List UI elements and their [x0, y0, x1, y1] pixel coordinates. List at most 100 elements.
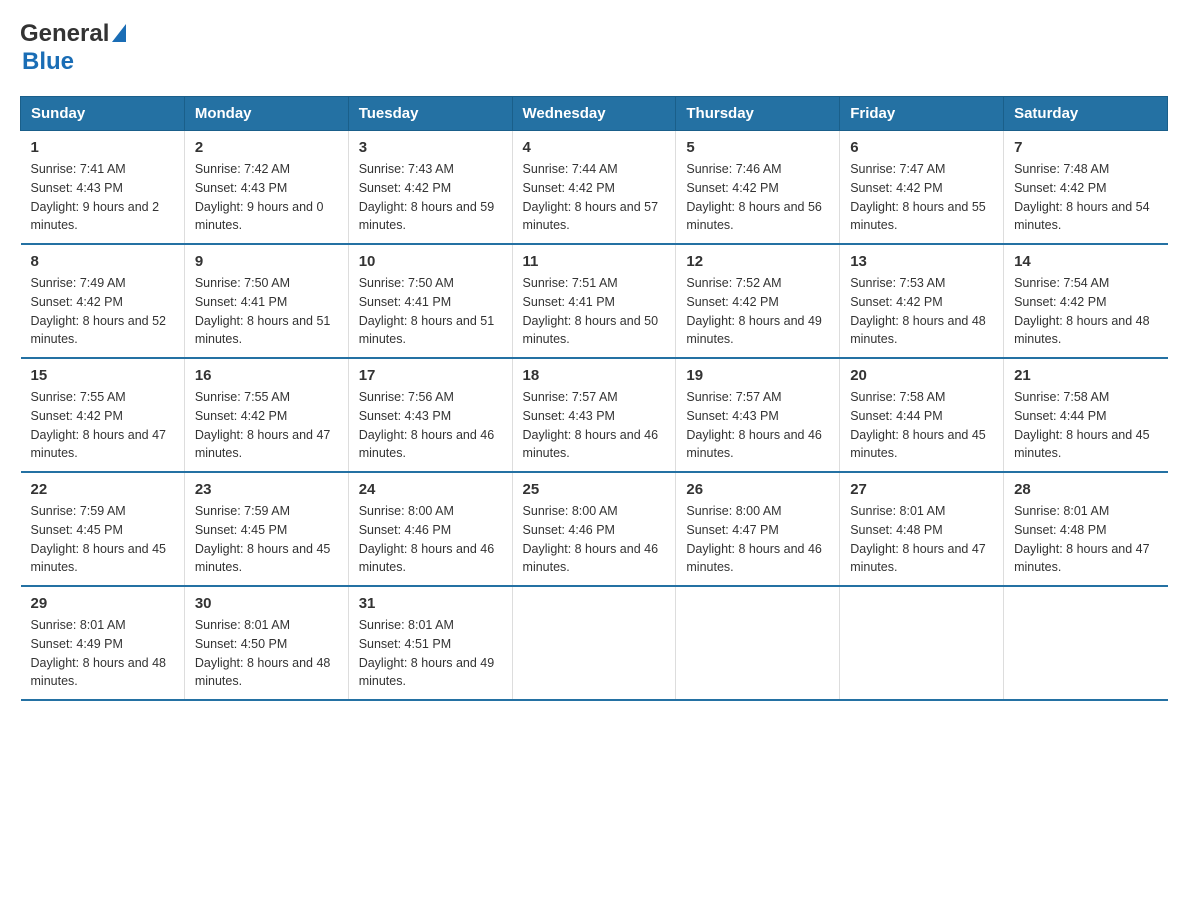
column-header-tuesday: Tuesday: [348, 97, 512, 131]
day-info: Sunrise: 7:46 AMSunset: 4:42 PMDaylight:…: [686, 160, 829, 235]
calendar-cell: [840, 586, 1004, 700]
calendar-cell: 4 Sunrise: 7:44 AMSunset: 4:42 PMDaylight…: [512, 131, 676, 245]
calendar-header-row: SundayMondayTuesdayWednesdayThursdayFrid…: [21, 97, 1168, 131]
logo-blue-text: Blue: [22, 48, 74, 76]
calendar-cell: 21Sunrise: 7:58 AMSunset: 4:44 PMDayligh…: [1004, 358, 1168, 472]
calendar-cell: 25 Sunrise: 8:00 AMSunset: 4:46 PMDayligh…: [512, 472, 676, 586]
day-info: Sunrise: 7:44 AMSunset: 4:42 PMDaylight:…: [523, 160, 666, 235]
day-info: Sunrise: 7:50 AMSunset: 4:41 PMDaylight:…: [359, 274, 502, 349]
calendar-cell: 26Sunrise: 8:00 AMSunset: 4:47 PMDayligh…: [676, 472, 840, 586]
day-number: 1: [31, 139, 174, 156]
calendar-cell: 22 Sunrise: 7:59 AMSunset: 4:45 PMDayligh…: [21, 472, 185, 586]
column-header-sunday: Sunday: [21, 97, 185, 131]
day-info: Sunrise: 7:56 AMSunset: 4:43 PMDaylight:…: [359, 388, 502, 463]
day-number: 21: [1014, 367, 1157, 384]
day-info: Sunrise: 8:01 AMSunset: 4:48 PMDaylight:…: [850, 502, 993, 577]
day-info: Sunrise: 7:55 AMSunset: 4:42 PMDaylight:…: [31, 388, 174, 463]
day-info: Sunrise: 7:48 AMSunset: 4:42 PMDaylight:…: [1014, 160, 1157, 235]
logo: General Blue: [20, 20, 126, 76]
calendar-week-row: 1Sunrise: 7:41 AMSunset: 4:43 PMDaylight…: [21, 131, 1168, 245]
column-header-saturday: Saturday: [1004, 97, 1168, 131]
calendar-cell: 27 Sunrise: 8:01 AMSunset: 4:48 PMDayligh…: [840, 472, 1004, 586]
day-number: 13: [850, 253, 993, 270]
calendar-week-row: 29 Sunrise: 8:01 AMSunset: 4:49 PMDayligh…: [21, 586, 1168, 700]
day-info: Sunrise: 7:57 AMSunset: 4:43 PMDaylight:…: [523, 388, 666, 463]
calendar-cell: 6 Sunrise: 7:47 AMSunset: 4:42 PMDaylight…: [840, 131, 1004, 245]
calendar-cell: 8 Sunrise: 7:49 AMSunset: 4:42 PMDaylight…: [21, 244, 185, 358]
day-info: Sunrise: 8:01 AMSunset: 4:49 PMDaylight:…: [31, 616, 174, 691]
day-info: Sunrise: 8:01 AMSunset: 4:50 PMDaylight:…: [195, 616, 338, 691]
day-number: 6: [850, 139, 993, 156]
calendar-cell: 23 Sunrise: 7:59 AMSunset: 4:45 PMDayligh…: [184, 472, 348, 586]
day-info: Sunrise: 8:01 AMSunset: 4:51 PMDaylight:…: [359, 616, 502, 691]
day-number: 14: [1014, 253, 1157, 270]
day-info: Sunrise: 7:50 AMSunset: 4:41 PMDaylight:…: [195, 274, 338, 349]
day-number: 7: [1014, 139, 1157, 156]
day-number: 11: [523, 253, 666, 270]
calendar-cell: 19 Sunrise: 7:57 AMSunset: 4:43 PMDayligh…: [676, 358, 840, 472]
calendar-cell: 1Sunrise: 7:41 AMSunset: 4:43 PMDaylight…: [21, 131, 185, 245]
calendar-cell: 30 Sunrise: 8:01 AMSunset: 4:50 PMDayligh…: [184, 586, 348, 700]
day-info: Sunrise: 8:00 AMSunset: 4:46 PMDaylight:…: [523, 502, 666, 577]
calendar-cell: 20Sunrise: 7:58 AMSunset: 4:44 PMDayligh…: [840, 358, 1004, 472]
day-number: 10: [359, 253, 502, 270]
calendar-cell: [1004, 586, 1168, 700]
calendar-cell: [676, 586, 840, 700]
column-header-thursday: Thursday: [676, 97, 840, 131]
day-info: Sunrise: 7:58 AMSunset: 4:44 PMDaylight:…: [850, 388, 993, 463]
day-number: 30: [195, 595, 338, 612]
day-number: 16: [195, 367, 338, 384]
day-number: 19: [686, 367, 829, 384]
day-info: Sunrise: 7:43 AMSunset: 4:42 PMDaylight:…: [359, 160, 502, 235]
day-info: Sunrise: 7:42 AMSunset: 4:43 PMDaylight:…: [195, 160, 338, 235]
calendar-cell: 10 Sunrise: 7:50 AMSunset: 4:41 PMDayligh…: [348, 244, 512, 358]
calendar-cell: 11Sunrise: 7:51 AMSunset: 4:41 PMDayligh…: [512, 244, 676, 358]
calendar-cell: 24Sunrise: 8:00 AMSunset: 4:46 PMDayligh…: [348, 472, 512, 586]
day-number: 26: [686, 481, 829, 498]
day-info: Sunrise: 7:49 AMSunset: 4:42 PMDaylight:…: [31, 274, 174, 349]
day-info: Sunrise: 7:59 AMSunset: 4:45 PMDaylight:…: [195, 502, 338, 577]
day-number: 29: [31, 595, 174, 612]
calendar-table: SundayMondayTuesdayWednesdayThursdayFrid…: [20, 96, 1168, 701]
calendar-cell: 18Sunrise: 7:57 AMSunset: 4:43 PMDayligh…: [512, 358, 676, 472]
calendar-cell: 31 Sunrise: 8:01 AMSunset: 4:51 PMDayligh…: [348, 586, 512, 700]
day-info: Sunrise: 7:47 AMSunset: 4:42 PMDaylight:…: [850, 160, 993, 235]
calendar-cell: 17 Sunrise: 7:56 AMSunset: 4:43 PMDayligh…: [348, 358, 512, 472]
day-number: 15: [31, 367, 174, 384]
calendar-cell: 15 Sunrise: 7:55 AMSunset: 4:42 PMDayligh…: [21, 358, 185, 472]
day-number: 31: [359, 595, 502, 612]
page-header: General Blue: [20, 20, 1168, 76]
day-number: 28: [1014, 481, 1157, 498]
calendar-cell: 3Sunrise: 7:43 AMSunset: 4:42 PMDaylight…: [348, 131, 512, 245]
calendar-week-row: 15 Sunrise: 7:55 AMSunset: 4:42 PMDayligh…: [21, 358, 1168, 472]
day-number: 12: [686, 253, 829, 270]
day-info: Sunrise: 7:54 AMSunset: 4:42 PMDaylight:…: [1014, 274, 1157, 349]
day-info: Sunrise: 7:52 AMSunset: 4:42 PMDaylight:…: [686, 274, 829, 349]
calendar-cell: 29 Sunrise: 8:01 AMSunset: 4:49 PMDayligh…: [21, 586, 185, 700]
day-number: 4: [523, 139, 666, 156]
day-number: 2: [195, 139, 338, 156]
day-number: 23: [195, 481, 338, 498]
calendar-cell: 13Sunrise: 7:53 AMSunset: 4:42 PMDayligh…: [840, 244, 1004, 358]
calendar-cell: 14 Sunrise: 7:54 AMSunset: 4:42 PMDayligh…: [1004, 244, 1168, 358]
day-info: Sunrise: 7:57 AMSunset: 4:43 PMDaylight:…: [686, 388, 829, 463]
day-number: 25: [523, 481, 666, 498]
calendar-week-row: 8 Sunrise: 7:49 AMSunset: 4:42 PMDaylight…: [21, 244, 1168, 358]
day-number: 27: [850, 481, 993, 498]
column-header-wednesday: Wednesday: [512, 97, 676, 131]
column-header-monday: Monday: [184, 97, 348, 131]
calendar-cell: 12 Sunrise: 7:52 AMSunset: 4:42 PMDayligh…: [676, 244, 840, 358]
calendar-cell: 2 Sunrise: 7:42 AMSunset: 4:43 PMDaylight…: [184, 131, 348, 245]
day-number: 9: [195, 253, 338, 270]
logo-general-text: General: [20, 20, 109, 48]
day-number: 8: [31, 253, 174, 270]
day-number: 22: [31, 481, 174, 498]
calendar-cell: 16Sunrise: 7:55 AMSunset: 4:42 PMDayligh…: [184, 358, 348, 472]
day-info: Sunrise: 7:59 AMSunset: 4:45 PMDaylight:…: [31, 502, 174, 577]
calendar-cell: [512, 586, 676, 700]
day-info: Sunrise: 8:00 AMSunset: 4:46 PMDaylight:…: [359, 502, 502, 577]
calendar-cell: 28Sunrise: 8:01 AMSunset: 4:48 PMDayligh…: [1004, 472, 1168, 586]
day-number: 17: [359, 367, 502, 384]
calendar-cell: 9 Sunrise: 7:50 AMSunset: 4:41 PMDaylight…: [184, 244, 348, 358]
calendar-cell: 7 Sunrise: 7:48 AMSunset: 4:42 PMDaylight…: [1004, 131, 1168, 245]
